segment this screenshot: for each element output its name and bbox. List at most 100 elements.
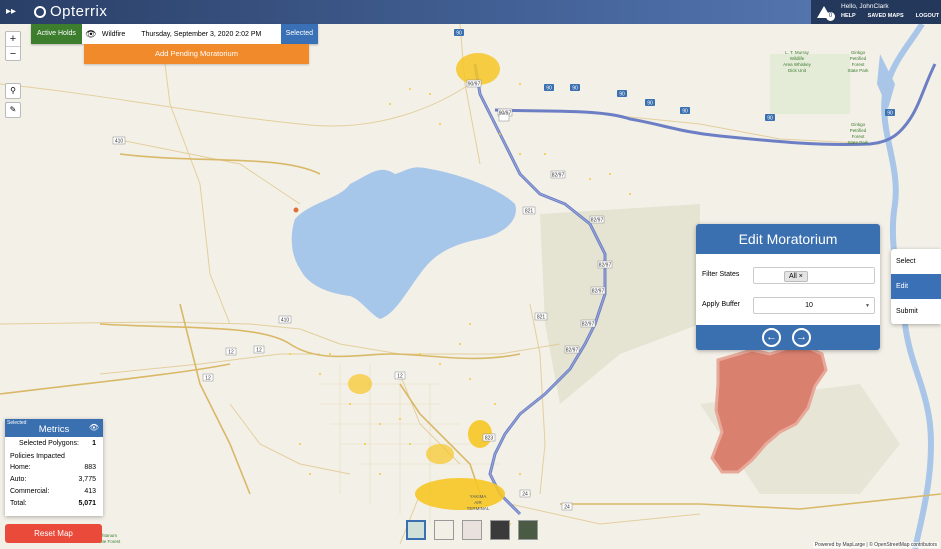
app-header: ▸▸ Opterrix 0 Hello, JohnClark HELP SAVE… [0,0,941,24]
zoom-select-icon[interactable]: ⚲ [5,83,21,99]
event-type: Wildfire [101,30,126,38]
svg-text:90: 90 [887,111,893,117]
svg-text:Area Whiskey: Area Whiskey [783,62,812,67]
svg-text:90: 90 [682,109,688,115]
add-pending-moratorium-button[interactable]: Add Pending Moratorium [84,44,309,64]
basemap-thumb[interactable] [462,520,482,540]
notification-count: 0 [826,12,835,21]
basemap-thumb[interactable] [406,520,426,540]
metrics-header: Selected Metrics 👁 [5,419,103,437]
panel-footer: ← → [696,325,880,350]
chip-remove-icon[interactable]: × [799,273,803,280]
metric-label: Commercial: [10,488,50,495]
svg-text:Wildlife: Wildlife [790,56,805,61]
draw-icon[interactable]: ✎ [5,102,21,118]
metric-label: Total: [10,500,27,507]
policies-heading: Policies Impacted [10,453,96,463]
basemap-thumb[interactable] [434,520,454,540]
step-select[interactable]: Select [891,249,941,274]
basemap-thumb[interactable] [518,520,538,540]
svg-text:82/97: 82/97 [592,289,605,295]
next-arrow-icon[interactable]: → [792,328,811,347]
svg-text:Ginkgo: Ginkgo [851,50,866,55]
saved-maps-link[interactable]: SAVED MAPS [868,13,904,19]
apply-buffer-select[interactable]: 10 ▼ [753,297,875,314]
svg-text:90/97: 90/97 [468,82,481,88]
svg-text:90: 90 [647,101,653,107]
svg-text:YAKIMA: YAKIMA [470,494,487,499]
holds-bar: Active Holds 👁 Wildfire Thursday, Septem… [31,24,318,44]
metric-value: 883 [84,464,96,471]
metric-value: 413 [84,488,96,495]
svg-text:12: 12 [256,348,262,354]
selected-polygons-value: 1 [92,440,96,447]
step-edit[interactable]: Edit [891,274,941,299]
logout-link[interactable]: LOGOUT [916,13,940,19]
basemap-thumb[interactable] [490,520,510,540]
apply-buffer-label: Apply Buffer [702,301,741,308]
metric-label: Home: [10,464,31,471]
selected-badge[interactable]: Selected [280,24,318,44]
svg-text:24: 24 [564,505,570,511]
logo-icon [34,5,46,18]
filter-chip-label: All [789,273,797,280]
svg-text:State Park: State Park [847,140,869,145]
selected-polygons-label: Selected Polygons: [19,440,79,447]
active-holds-button[interactable]: Active Holds [31,24,82,44]
svg-text:821: 821 [537,315,546,321]
help-link[interactable]: HELP [841,13,856,19]
svg-text:Forest: Forest [852,62,866,67]
svg-text:Forest: Forest [852,134,866,139]
zoom-control: + − [5,31,21,61]
svg-text:410: 410 [281,318,290,324]
eye-icon[interactable]: 👁 [82,29,100,40]
filter-chip: All × [784,271,808,282]
previous-arrow-icon[interactable]: ← [762,328,781,347]
svg-text:12: 12 [205,376,211,382]
svg-text:12: 12 [228,350,234,356]
eye-icon[interactable]: 👁 [89,423,99,432]
zoom-out-button[interactable]: − [6,46,20,60]
svg-text:82/97: 82/97 [552,173,565,179]
svg-text:90: 90 [456,31,462,37]
apply-buffer-row: Apply Buffer 10 ▼ [696,297,880,315]
svg-text:Dick Unit: Dick Unit [788,68,807,73]
app-name: Opterrix [50,3,108,20]
metric-row: Total: 5,071 [10,500,96,510]
svg-text:Ginkgo: Ginkgo [851,122,866,127]
event-date: Thursday, September 3, 2020 2:02 PM [141,30,262,38]
chevron-down-icon: ▼ [865,303,870,309]
svg-text:82/97: 82/97 [582,322,595,328]
svg-text:90: 90 [619,92,625,98]
svg-text:82/97: 82/97 [591,218,604,224]
svg-text:AIR: AIR [474,500,482,505]
reset-map-button[interactable]: Reset Map [5,524,102,543]
metrics-panel: Selected Metrics 👁 Selected Polygons: 1 … [5,419,103,516]
metric-row: Home: 883 [10,464,96,474]
filter-states-input[interactable]: All × [753,267,875,284]
svg-text:State Park: State Park [847,68,869,73]
svg-text:L. T. Murray: L. T. Murray [785,50,809,55]
svg-text:Petrified: Petrified [850,56,867,61]
edit-moratorium-panel: Edit Moratorium Filter States All × Appl… [696,224,880,350]
zoom-in-button[interactable]: + [6,32,20,46]
svg-text:410: 410 [115,139,124,145]
svg-text:82/97: 82/97 [566,348,579,354]
workflow-steps: Select Edit Submit [891,249,941,324]
header-links: HELP SAVED MAPS LOGOUT [841,13,939,19]
svg-text:24: 24 [522,492,528,498]
metric-row: Commercial: 413 [10,488,96,498]
svg-text:TERMINAL: TERMINAL [467,506,490,511]
metric-value: 3,775 [78,476,96,483]
svg-text:90: 90 [572,86,578,92]
filter-states-label: Filter States [702,271,740,278]
svg-text:90: 90 [546,86,552,92]
menu-icon[interactable]: ▸▸ [6,6,20,18]
map-attribution: Powered by MapLarge | © OpenStreetMap co… [812,542,939,548]
metric-label: Auto: [10,476,27,483]
filter-states-row: Filter States All × [696,267,880,285]
svg-text:Petrified: Petrified [850,128,867,133]
svg-text:90/97: 90/97 [499,111,512,117]
metric-row: Auto: 3,775 [10,476,96,486]
step-submit[interactable]: Submit [891,299,941,324]
